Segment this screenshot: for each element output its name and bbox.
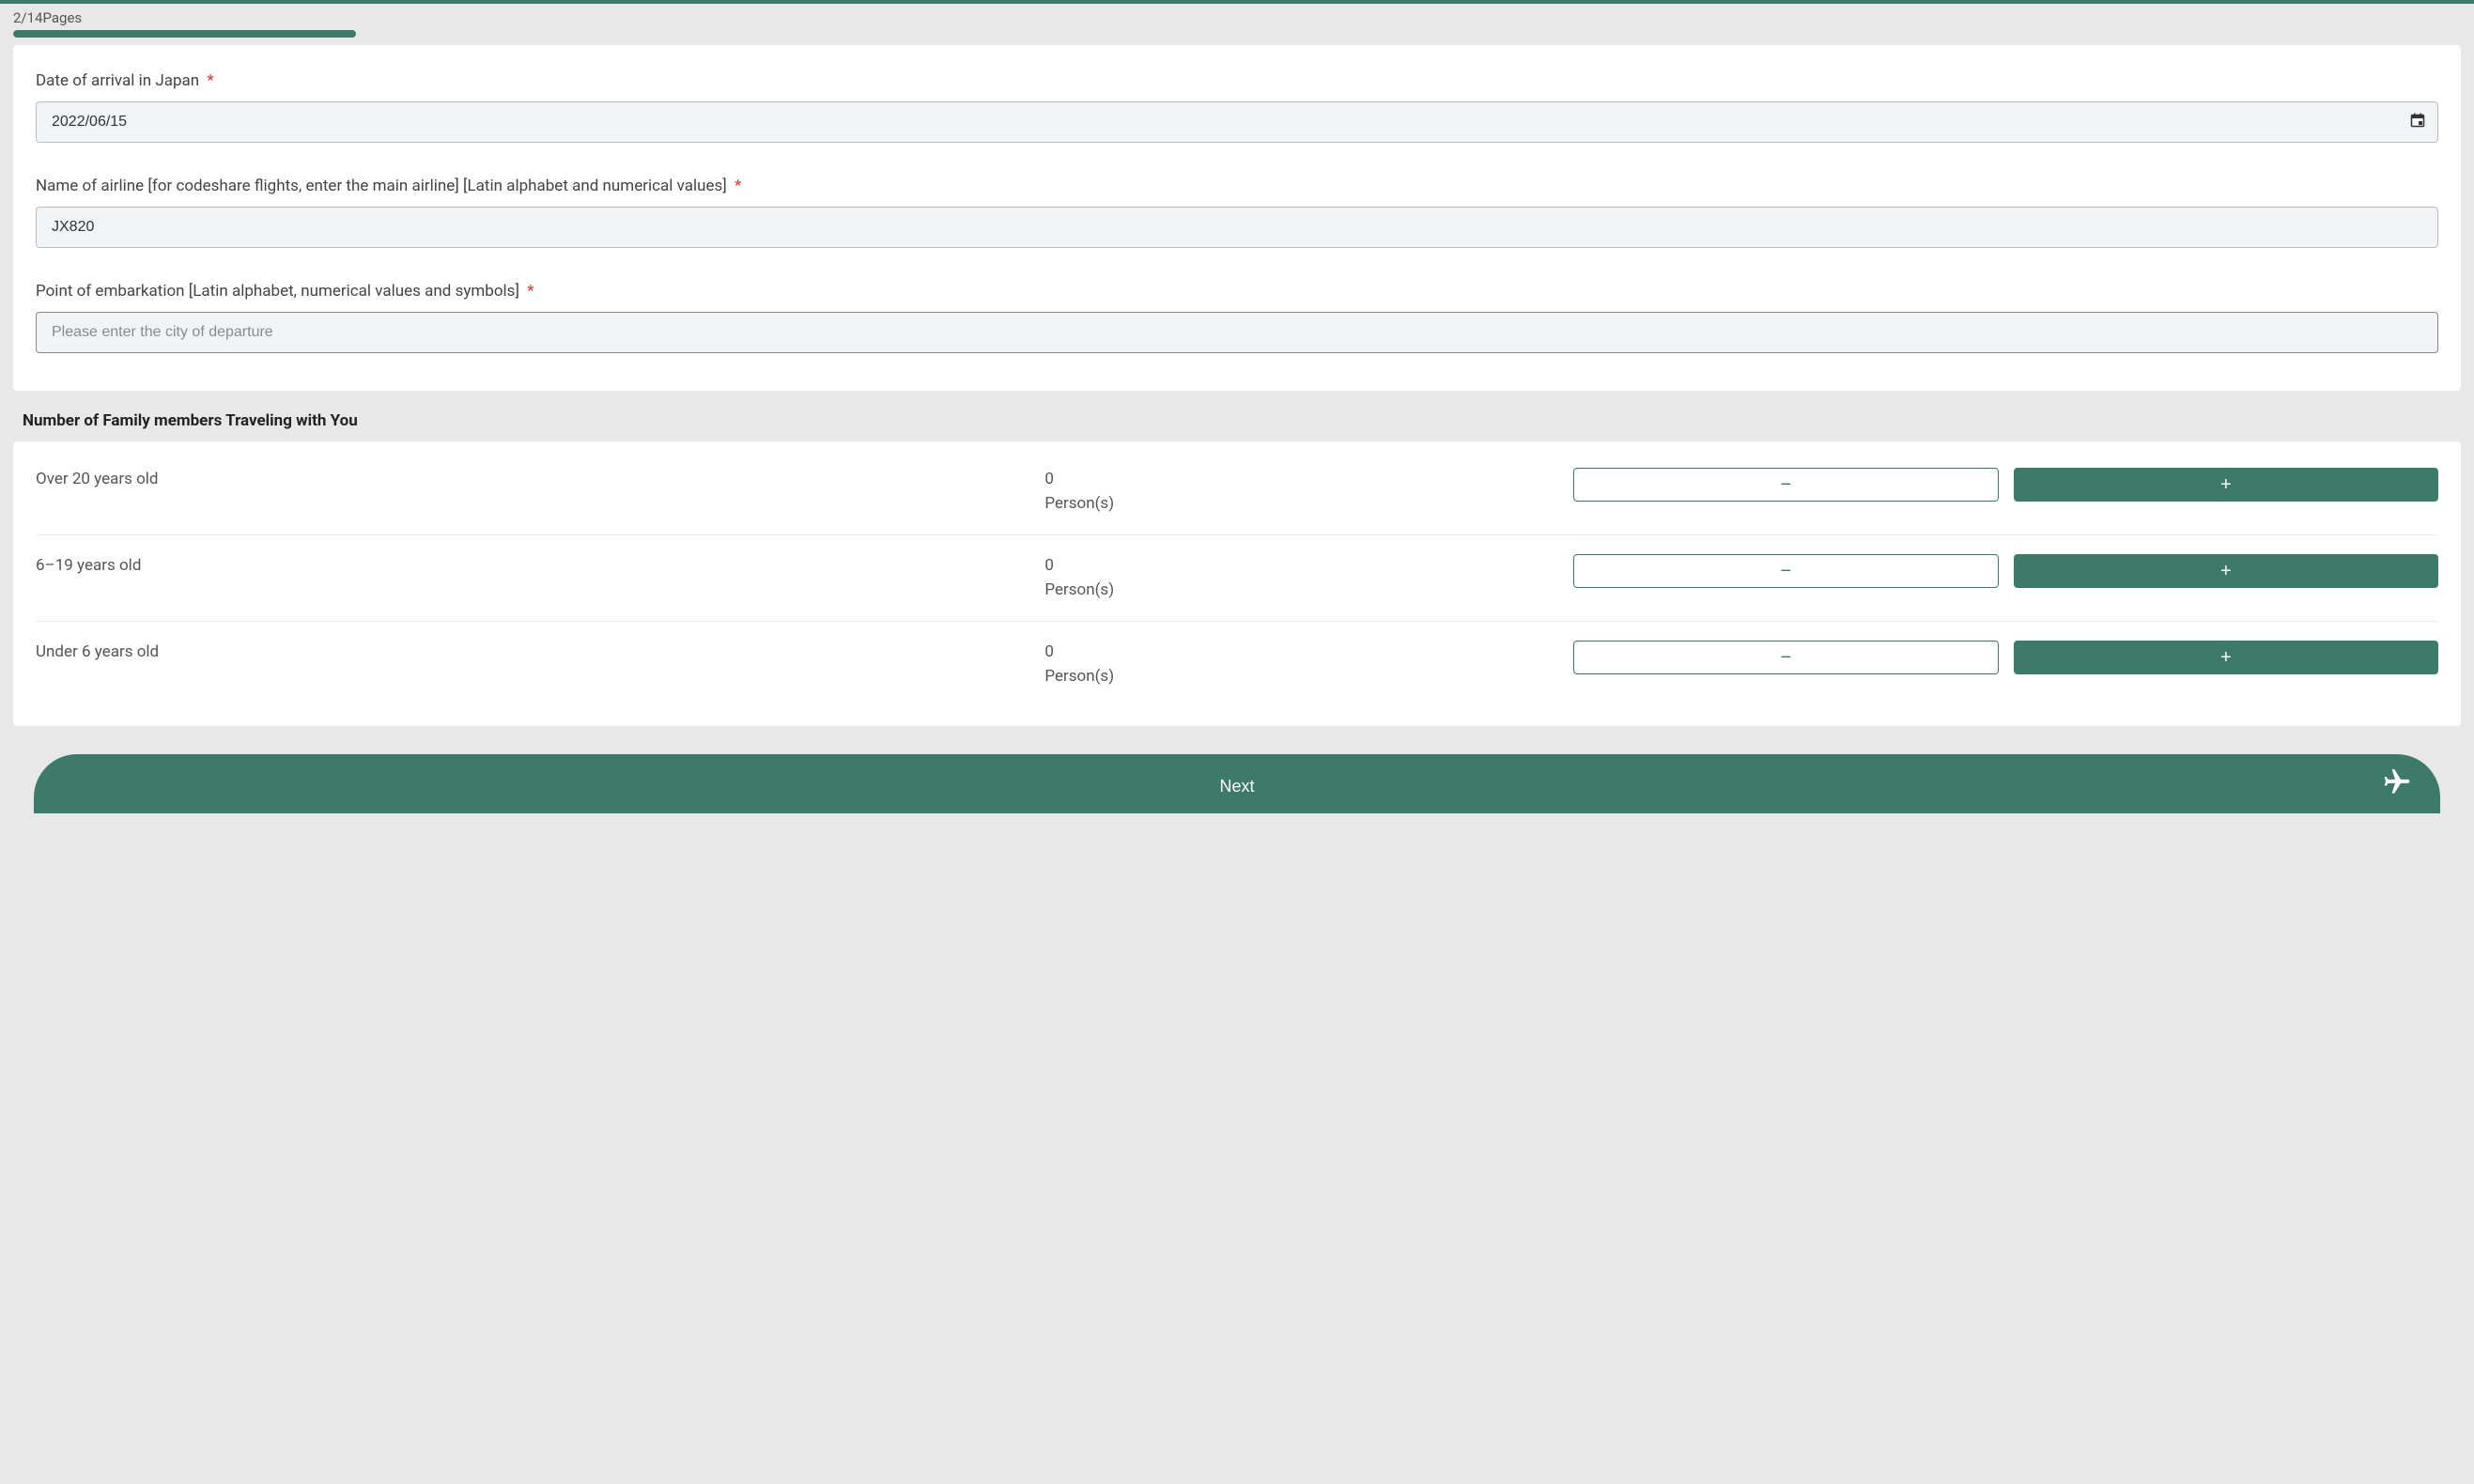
arrival-date-label-text: Date of arrival in Japan xyxy=(36,71,199,90)
family-unit: Person(s) xyxy=(1044,494,1114,513)
family-count: 0 xyxy=(1044,556,1054,575)
embarkation-label-text: Point of embarkation [Latin alphabet, nu… xyxy=(36,282,519,301)
progress-bar-fill xyxy=(13,30,356,38)
family-row-value: 0 Person(s) xyxy=(1044,554,1573,602)
progress-bar xyxy=(13,30,2461,38)
airline-group: Name of airline [for codeshare flights, … xyxy=(36,177,2438,248)
family-row-over20: Over 20 years old 0 Person(s) − + xyxy=(36,449,2438,535)
arrival-date-input[interactable] xyxy=(36,101,2438,143)
family-count: 0 xyxy=(1044,470,1054,488)
family-row-controls: − + xyxy=(1573,641,2438,674)
family-unit: Person(s) xyxy=(1044,580,1114,599)
embarkation-group: Point of embarkation [Latin alphabet, nu… xyxy=(36,282,2438,353)
embarkation-input[interactable] xyxy=(36,312,2438,353)
family-row-controls: − + xyxy=(1573,468,2438,502)
family-row-6to19: 6–19 years old 0 Person(s) − + xyxy=(36,535,2438,622)
embarkation-label: Point of embarkation [Latin alphabet, nu… xyxy=(36,282,2438,301)
airline-label-text: Name of airline [for codeshare flights, … xyxy=(36,177,727,195)
flight-form-card: Date of arrival in Japan * Name of airli… xyxy=(13,45,2461,391)
decrement-over20-button[interactable]: − xyxy=(1573,468,1998,502)
family-row-label: Under 6 years old xyxy=(36,641,1044,661)
increment-6to19-button[interactable]: + xyxy=(2014,554,2438,588)
family-row-value: 0 Person(s) xyxy=(1044,641,1573,688)
progress-section: 2/14Pages xyxy=(0,4,2474,38)
airline-label: Name of airline [for codeshare flights, … xyxy=(36,177,2438,195)
arrival-date-wrapper xyxy=(36,101,2438,143)
decrement-6to19-button[interactable]: − xyxy=(1573,554,1998,588)
family-count: 0 xyxy=(1044,642,1054,661)
family-row-controls: − + xyxy=(1573,554,2438,588)
family-card: Over 20 years old 0 Person(s) − + 6–19 y… xyxy=(13,441,2461,726)
arrival-date-group: Date of arrival in Japan * xyxy=(36,71,2438,143)
family-row-value: 0 Person(s) xyxy=(1044,468,1573,516)
increment-over20-button[interactable]: + xyxy=(2014,468,2438,502)
arrival-date-label: Date of arrival in Japan * xyxy=(36,71,2438,90)
family-row-label: Over 20 years old xyxy=(36,468,1044,488)
next-button-label: Next xyxy=(1219,777,1254,796)
progress-label: 2/14Pages xyxy=(13,9,2461,26)
required-asterisk: * xyxy=(734,177,741,195)
family-row-label: 6–19 years old xyxy=(36,554,1044,575)
family-row-under6: Under 6 years old 0 Person(s) − + xyxy=(36,622,2438,707)
required-asterisk: * xyxy=(207,71,213,90)
next-button[interactable]: Next xyxy=(34,754,2440,813)
family-unit: Person(s) xyxy=(1044,667,1114,686)
next-button-wrapper: Next xyxy=(34,754,2440,813)
family-section-title: Number of Family members Traveling with … xyxy=(23,411,2461,430)
required-asterisk: * xyxy=(527,282,533,301)
increment-under6-button[interactable]: + xyxy=(2014,641,2438,674)
airplane-icon xyxy=(2382,766,2412,801)
decrement-under6-button[interactable]: − xyxy=(1573,641,1998,674)
airline-input[interactable] xyxy=(36,207,2438,248)
